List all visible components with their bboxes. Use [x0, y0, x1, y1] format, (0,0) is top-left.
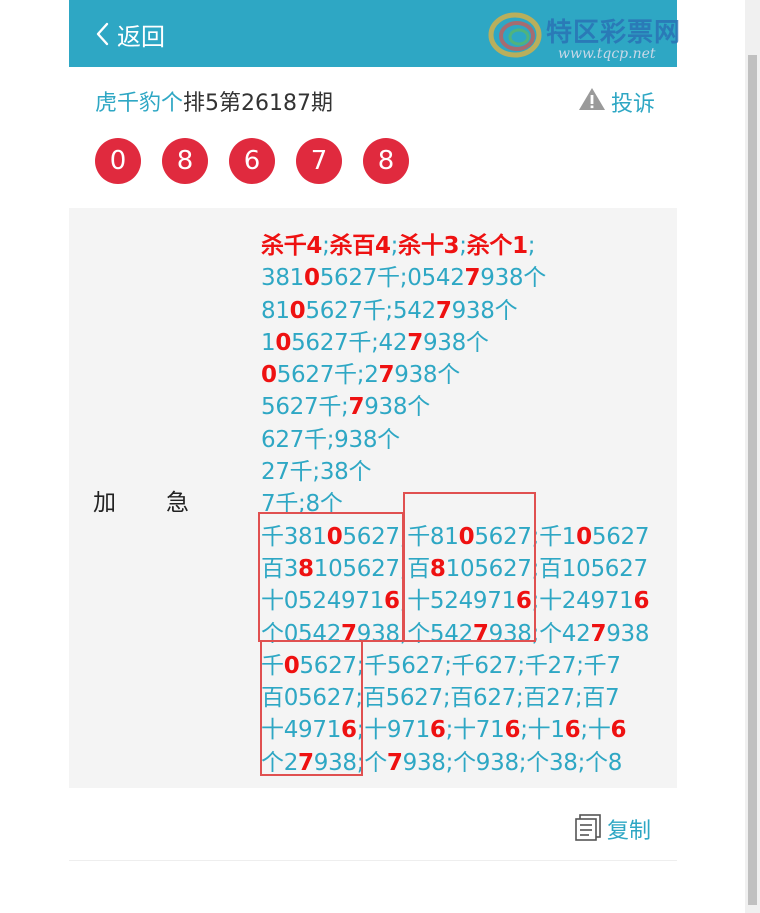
- warning-icon: [577, 86, 607, 124]
- chevron-left-icon: [95, 22, 109, 46]
- line-text: 5627千;42: [291, 329, 408, 356]
- highlight-text: 0: [289, 297, 306, 324]
- logo-swirl-icon: [488, 11, 542, 63]
- line-text: 381: [261, 265, 304, 292]
- copy-document-icon: [573, 812, 603, 846]
- line-text: 938个: [364, 394, 430, 421]
- line-text: ;: [527, 233, 536, 259]
- highlight-text: 0: [576, 523, 592, 550]
- highlight-text: 0: [304, 265, 320, 292]
- issue-title-row: 虎千豹个排5第26187期 投诉: [95, 86, 655, 122]
- highlight-text: 6: [610, 717, 627, 744]
- scrollbar[interactable]: [745, 0, 760, 913]
- highlight-text: 杀个1: [466, 233, 528, 259]
- row-label-b: 急: [166, 490, 189, 516]
- highlight-text: 杀百4: [329, 233, 391, 259]
- highlight-text: 6: [633, 588, 650, 615]
- row-label: 加急: [93, 483, 189, 517]
- complain-button[interactable]: 投诉: [577, 86, 655, 124]
- line-text: 个42: [539, 620, 591, 647]
- line-text: ;十71: [445, 717, 505, 744]
- prediction-line: 627千;938个: [261, 424, 649, 456]
- number-ball: 0: [95, 138, 141, 184]
- copy-button[interactable]: 复制: [573, 812, 651, 846]
- complain-label: 投诉: [610, 92, 655, 117]
- highlight-text: 7: [464, 265, 481, 292]
- line-text: 5627千;542: [305, 297, 436, 324]
- line-text: 81: [261, 297, 290, 324]
- highlight-text: 6: [504, 717, 521, 744]
- highlight-text: 杀千4: [261, 233, 323, 259]
- copy-label: 复制: [606, 819, 651, 844]
- logo-url: www.tqcp.net: [558, 46, 656, 62]
- line-text: ;十971: [356, 717, 430, 744]
- highlight-text: 7: [348, 394, 365, 421]
- highlight-frame-3: [260, 640, 363, 776]
- page: 返回 虎千豹个排5第26187期 投诉 08678 加急 杀千4;杀百4;杀十3…: [69, 0, 677, 913]
- author-link[interactable]: 虎千豹个: [95, 91, 183, 116]
- highlight-frame-2: [403, 492, 536, 642]
- line-text: 十24971: [539, 588, 634, 615]
- number-ball: 8: [363, 138, 409, 184]
- prediction-line: 27千;38个: [261, 456, 649, 488]
- highlight-text: 0: [275, 329, 292, 356]
- prediction-line: 8105627千;5427938个: [261, 295, 649, 327]
- highlight-text: 6: [429, 717, 446, 744]
- line-text: 938个: [422, 329, 489, 356]
- line-text: 938个: [394, 362, 460, 389]
- back-button[interactable]: 返回: [95, 15, 165, 53]
- highlight-text: 0: [261, 362, 277, 389]
- number-ball: 6: [229, 138, 275, 184]
- line-text: 千1: [539, 523, 577, 550]
- scrollbar-thumb[interactable]: [748, 55, 757, 905]
- prediction-line: 105627千;427938个: [261, 327, 649, 359]
- number-ball: 7: [296, 138, 342, 184]
- line-text: 5627: [591, 523, 650, 550]
- line-text: 938个: [451, 297, 518, 324]
- line-text: 5627千;: [261, 394, 349, 421]
- line-text: ;: [390, 233, 399, 259]
- highlight-text: 7: [590, 620, 607, 647]
- line-text: 938: [606, 620, 650, 647]
- highlight-text: 7: [407, 329, 423, 356]
- highlight-text: 杀十3: [398, 233, 460, 259]
- highlight-text: 7: [435, 297, 452, 324]
- logo-name: 特区彩票网: [546, 18, 682, 48]
- line-text: 百105627: [539, 555, 648, 582]
- line-text: 5627千;0542: [319, 265, 465, 292]
- prediction-line: 38105627千;05427938个: [261, 262, 649, 294]
- back-label: 返回: [117, 22, 165, 51]
- line-text: 5627千;2: [276, 362, 379, 389]
- line-text: 938个: [480, 265, 546, 292]
- highlight-text: 7: [386, 749, 403, 776]
- line-text: ;十: [580, 717, 611, 744]
- row-label-a: 加: [93, 490, 116, 516]
- line-text: 627千;938个: [261, 426, 400, 453]
- line-text: 1: [261, 329, 276, 356]
- line-text: ;: [322, 233, 330, 259]
- prediction-content: 加急 杀千4;杀百4;杀十3;杀个1; 38105627千;05427938个 81…: [69, 208, 677, 788]
- line-text: ;十1: [520, 717, 565, 744]
- line-text: 938;个938;个38;个8: [402, 749, 623, 776]
- site-logo: 特区彩票网 www.tqcp.net: [488, 6, 683, 66]
- line-text: ;: [459, 233, 467, 259]
- prediction-line: 杀千4;杀百4;杀十3;杀个1;: [261, 230, 649, 262]
- highlight-text: 6: [564, 717, 581, 744]
- prediction-line: 5627千;7938个: [261, 391, 649, 423]
- highlight-text: 7: [378, 362, 395, 389]
- issue-title: 排5第26187期: [183, 91, 333, 116]
- divider: [69, 860, 677, 861]
- number-ball: 8: [162, 138, 208, 184]
- draw-numbers: 08678: [95, 138, 430, 184]
- highlight-frame-1: [258, 512, 404, 642]
- prediction-line: 05627千;27938个: [261, 359, 649, 391]
- line-text: 27千;38个: [261, 459, 372, 486]
